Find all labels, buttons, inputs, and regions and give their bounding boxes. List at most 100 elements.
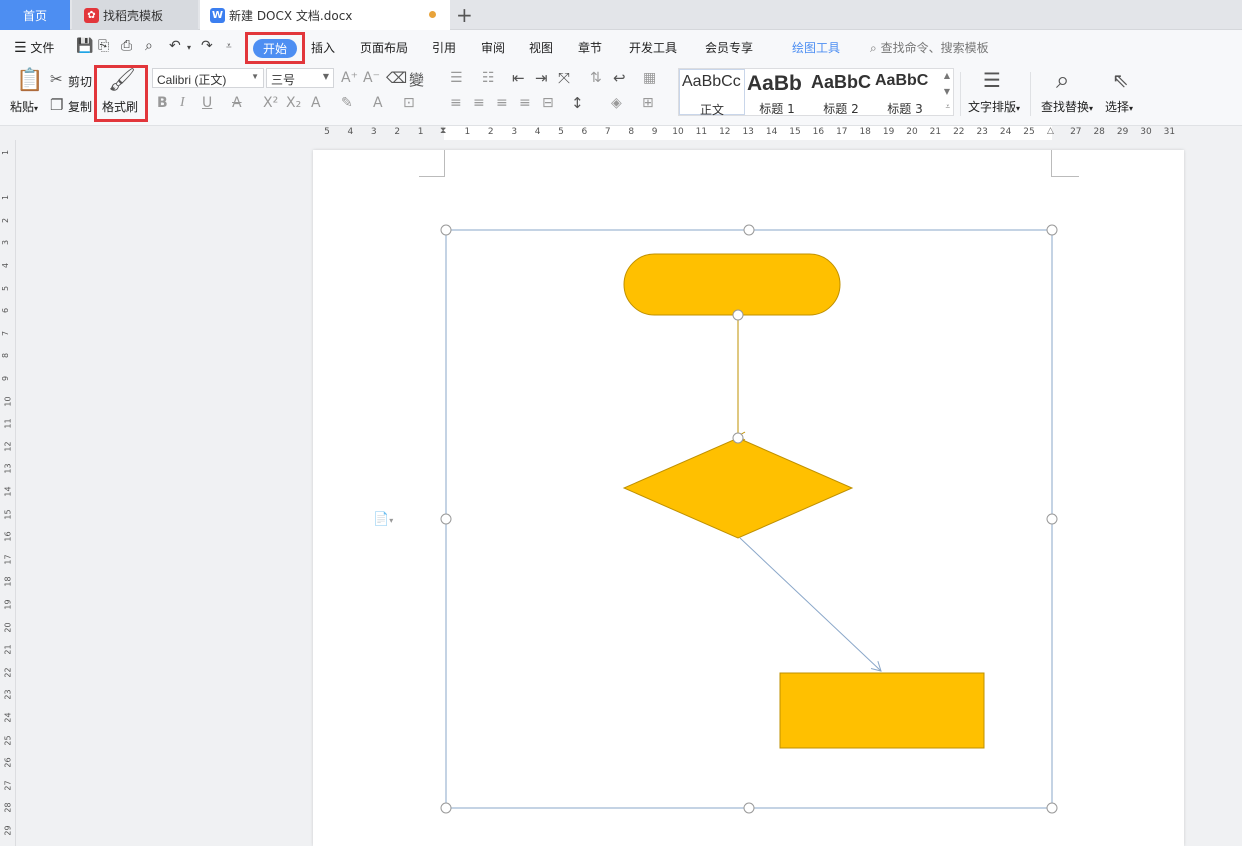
ruler-tick-label: 10 <box>3 396 13 407</box>
ruler-tick-label: 9 <box>651 127 658 137</box>
gallery-up-icon[interactable]: ▲ <box>944 71 950 80</box>
format-painter-button[interactable]: 格式刷 <box>102 98 138 115</box>
new-tab-button[interactable]: + <box>456 3 473 27</box>
distributed-icon[interactable]: ⊟ <box>542 95 554 111</box>
margin-corner-left <box>419 150 445 177</box>
tab-home[interactable]: 首页 <box>0 0 70 30</box>
char-border-icon[interactable]: ⊡ <box>403 95 415 111</box>
tab-review[interactable]: 审阅 <box>481 39 505 56</box>
print-preview-icon[interactable]: ⌕ <box>145 38 153 54</box>
vertical-ruler[interactable]: 1 1 2 3 4 5 6 7 8 9 10 11 12 13 14 15 16 17 18 19 20 21 22 23 24… <box>0 140 16 846</box>
tab-insert[interactable]: 插入 <box>311 39 335 56</box>
paste-options-icon[interactable]: 📄▾ <box>373 512 393 527</box>
style-heading-3-name: 标题 3 <box>887 102 923 116</box>
bullet-list-icon[interactable]: ☰ <box>450 70 463 86</box>
style-heading-1[interactable]: AaBb 标题 1 <box>745 69 809 116</box>
ruler-tick-label: 5 <box>324 127 330 137</box>
bold-icon[interactable]: B <box>157 95 168 111</box>
numbered-list-icon[interactable]: ☷ <box>482 70 495 86</box>
customize-toolbar-icon[interactable]: ⩡ <box>226 41 232 52</box>
underline-icon[interactable]: U <box>202 95 212 111</box>
shading-icon[interactable]: ◈ <box>611 95 622 111</box>
style-heading-3[interactable]: AaBbC 标题 3 <box>873 69 937 116</box>
print-icon[interactable]: ⎙ <box>121 38 132 54</box>
document-page[interactable] <box>313 150 1184 846</box>
ruler-tick-label: 13 <box>3 463 13 474</box>
highlight-icon[interactable]: ✎ <box>341 95 353 111</box>
increase-indent-icon[interactable]: ⇥ <box>535 69 548 87</box>
align-left-icon[interactable]: ≡ <box>450 95 462 111</box>
ruler-tick-label: 18 <box>3 576 13 587</box>
strikethrough-icon[interactable]: A <box>232 95 242 111</box>
save-icon[interactable]: 💾 <box>76 38 93 54</box>
format-painter-icon[interactable]: 🖌 <box>108 68 136 93</box>
find-replace-icon[interactable]: ⌕ <box>1056 66 1069 94</box>
undo-dropdown-icon[interactable]: ▾ <box>187 43 191 52</box>
table-grid-icon[interactable]: ▦ <box>643 70 656 86</box>
ruler-tick-label: 10 <box>672 127 684 137</box>
style-normal[interactable]: AaBbCc 正文 <box>679 69 745 117</box>
tab-start[interactable]: 开始 <box>253 39 297 58</box>
decrease-indent-icon[interactable]: ⇤ <box>512 69 525 87</box>
align-right-icon[interactable]: ≡ <box>496 95 508 111</box>
ruler-tick-label: 3 <box>370 127 377 137</box>
scissors-icon[interactable]: ✂ <box>50 70 63 88</box>
export-pdf-icon[interactable]: ⎘ <box>98 38 109 54</box>
gallery-expand-icon[interactable]: ⩡ <box>945 102 950 112</box>
tab-chapter[interactable]: 章节 <box>578 39 602 56</box>
ruler-tick-label: 3 <box>511 127 518 137</box>
indent-marker-icon[interactable]: ⧗ <box>440 126 446 136</box>
font-name-select[interactable]: Calibri (正文) ▼ <box>152 68 264 88</box>
horizontal-ruler[interactable]: 5 4 3 2 1 1 2 3 4 5 6 7 8 9 10 11 12 13 14 15 16 17 18 19 20 21 22… <box>0 126 1242 140</box>
tab-developer[interactable]: 开发工具 <box>629 39 677 56</box>
font-color-icon[interactable]: A <box>373 95 383 111</box>
file-menu[interactable]: ☰ 文件 <box>14 39 54 56</box>
subscript-icon[interactable]: X₂ <box>286 95 301 111</box>
command-search[interactable]: ⌕ 查找命令、搜索模板 <box>870 39 989 56</box>
ruler-tick-label: 19 <box>882 127 895 137</box>
ruler-tick-label: 5 <box>1 285 11 291</box>
start-tab-highlight: 开始 <box>245 32 305 64</box>
ruler-tick-label: 22 <box>3 667 13 678</box>
justify-icon[interactable]: ≡ <box>519 95 531 111</box>
right-indent-marker-icon[interactable]: △ <box>1047 126 1054 136</box>
redo-icon[interactable]: ↷ <box>201 38 213 54</box>
copy-button[interactable]: 复制 <box>68 98 92 115</box>
tab-drawing-tools[interactable]: 绘图工具 <box>792 39 840 56</box>
gallery-down-icon[interactable]: ▼ <box>944 87 950 96</box>
clear-format-icon[interactable]: ⌫ <box>386 69 407 87</box>
chinese-layout-icon[interactable]: ⤧ <box>558 69 570 87</box>
paste-button[interactable]: 粘贴▾ <box>10 98 38 115</box>
text-layout-label: 文字排版 <box>968 100 1017 114</box>
shrink-font-icon[interactable]: A⁻ <box>363 70 380 86</box>
tab-page-layout[interactable]: 页面布局 <box>360 39 408 56</box>
tab-view[interactable]: 视图 <box>529 39 553 56</box>
border-icon[interactable]: ⊞ <box>642 95 654 111</box>
grow-font-icon[interactable]: A⁺ <box>341 70 358 86</box>
undo-icon[interactable]: ↶ <box>169 38 181 54</box>
text-layout-icon[interactable]: ☰ <box>983 68 1001 92</box>
find-replace-button[interactable]: 查找替换▾ <box>1041 98 1093 115</box>
paste-icon[interactable]: 📋 <box>16 68 43 93</box>
phonetic-guide-icon[interactable]: 變 <box>409 69 424 90</box>
italic-icon[interactable]: I <box>180 95 185 111</box>
copy-icon[interactable]: ❐ <box>50 96 63 114</box>
align-center-icon[interactable]: ≡ <box>473 95 485 111</box>
cursor-arrow-icon[interactable]: ⇖ <box>1112 68 1129 92</box>
select-button[interactable]: 选择▾ <box>1105 98 1133 115</box>
style-normal-preview: AaBbCc <box>682 73 741 90</box>
text-layout-button[interactable]: 文字排版▾ <box>968 98 1020 115</box>
font-size-select[interactable]: 三号 ▼ <box>266 68 334 88</box>
tab-document[interactable]: W 新建 DOCX 文档.docx <box>200 0 450 30</box>
style-heading-2[interactable]: AaBbC 标题 2 <box>809 69 873 116</box>
line-spacing-icon[interactable]: ↕ <box>571 94 584 112</box>
text-effect-icon[interactable]: A <box>311 95 321 111</box>
cut-button[interactable]: 剪切 <box>68 73 92 90</box>
superscript-icon[interactable]: X² <box>263 95 278 111</box>
tab-member[interactable]: 会员专享 <box>705 39 753 56</box>
sort-icon[interactable]: ⇅ <box>590 70 602 86</box>
tab-reference[interactable]: 引用 <box>432 39 456 56</box>
ruler-tick-label: 29 <box>1116 127 1129 137</box>
tab-template[interactable]: ✿ 找稻壳模板 <box>72 0 198 30</box>
show-marks-icon[interactable]: ↩ <box>613 69 626 87</box>
